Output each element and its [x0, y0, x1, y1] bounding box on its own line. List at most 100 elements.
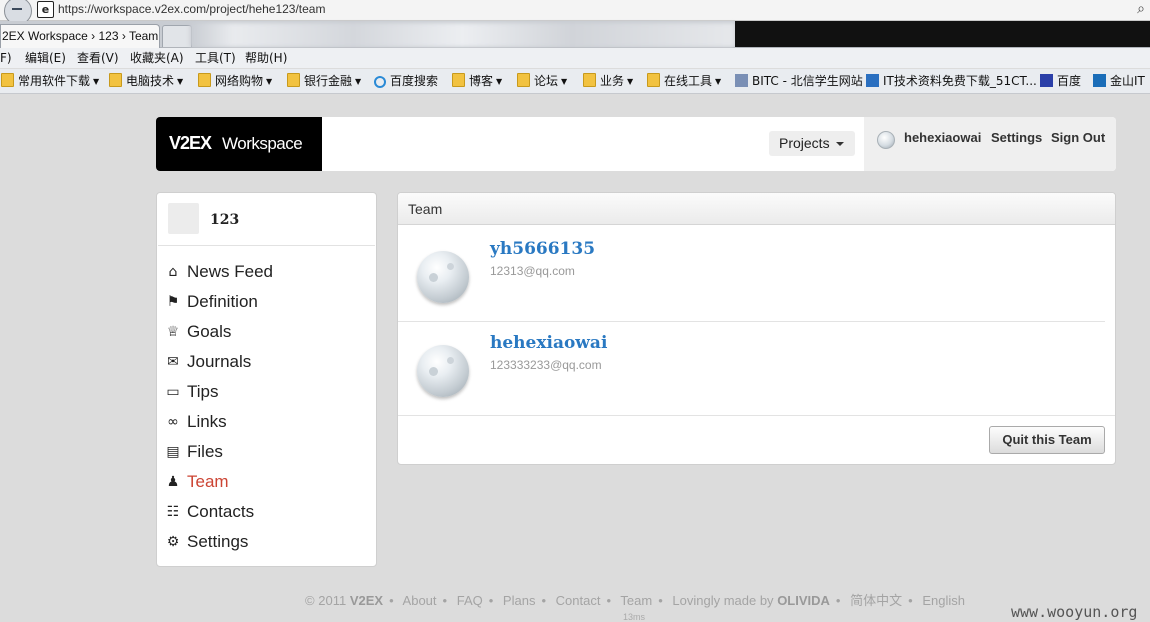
- projects-dropdown[interactable]: Projects: [769, 131, 855, 156]
- footer-link-about[interactable]: About: [403, 593, 437, 608]
- user-menu: hehexiaowai Settings Sign Out: [864, 117, 1116, 171]
- fav-label: BITC - 北信学生网站: [752, 74, 863, 88]
- address-bar-row: e https://workspace.v2ex.com/project/heh…: [0, 0, 1150, 25]
- sidebar-item-label: Files: [187, 442, 223, 461]
- made-by-link[interactable]: OLIVIDA: [777, 593, 830, 608]
- folder-icon: [1, 73, 14, 87]
- sidebar-item-news-feed[interactable]: ⌂ News Feed: [157, 261, 376, 291]
- team-member: hehexiaowai 123333233@qq.com: [398, 319, 1115, 413]
- search-icon[interactable]: ⌕: [1137, 0, 1145, 18]
- redacted-area: [735, 21, 1150, 47]
- avatar[interactable]: [877, 131, 895, 149]
- lang-zh-link[interactable]: 简体中文: [850, 593, 902, 608]
- fav-item[interactable]: 银行金融 ▼: [287, 69, 361, 93]
- sign-out-link[interactable]: Sign Out: [1051, 130, 1105, 146]
- fav-item[interactable]: 百度搜索: [374, 69, 438, 93]
- footer-link-plans[interactable]: Plans: [503, 593, 536, 608]
- menu-file[interactable]: F): [0, 48, 12, 68]
- fav-label: 论坛: [534, 74, 559, 88]
- menu-view[interactable]: 查看(V): [77, 48, 119, 68]
- sidebar-item-settings[interactable]: ⚙ Settings: [157, 531, 376, 561]
- copyright: © 2011: [305, 593, 347, 608]
- fav-item[interactable]: 百度: [1040, 69, 1081, 93]
- fav-label: 银行金融: [304, 74, 353, 88]
- fav-item[interactable]: 论坛 ▼: [517, 69, 567, 93]
- sidebar-item-tips[interactable]: ▭ Tips: [157, 381, 376, 411]
- panel-header: Team: [398, 193, 1115, 225]
- fav-item[interactable]: 常用软件下载 ▼: [1, 69, 99, 93]
- folder-icon: [452, 73, 465, 87]
- menu-favorites[interactable]: 收藏夹(A): [130, 48, 184, 68]
- footer-link-team[interactable]: Team: [620, 593, 652, 608]
- menu-edit[interactable]: 编辑(E): [25, 48, 66, 68]
- member-email: 12313@qq.com: [490, 264, 575, 278]
- fav-item[interactable]: 博客 ▼: [452, 69, 502, 93]
- sidebar-item-label: Definition: [187, 292, 258, 311]
- divider: [398, 415, 1115, 416]
- fav-label: 百度: [1057, 74, 1082, 88]
- settings-link[interactable]: Settings: [991, 130, 1042, 146]
- made-by-text: Lovingly made by: [672, 593, 774, 608]
- sidebar-item-label: News Feed: [187, 262, 273, 281]
- footer-link-contact[interactable]: Contact: [556, 593, 601, 608]
- username-link[interactable]: hehexiaowai: [904, 130, 981, 146]
- fav-label: 网络购物: [215, 74, 264, 88]
- project-name[interactable]: 123: [210, 211, 239, 229]
- sidebar-item-label: Contacts: [187, 502, 255, 521]
- caret-down-icon: ▼: [266, 77, 273, 86]
- sidebar-item-files[interactable]: ▤ Files: [157, 441, 376, 471]
- inbox-icon: ▭: [166, 384, 180, 400]
- menu-help[interactable]: 帮助(H): [245, 48, 287, 68]
- blurred-tabs: [190, 23, 735, 47]
- trophy-icon: ♕: [166, 324, 180, 340]
- fav-label: 业务: [600, 74, 625, 88]
- fav-item[interactable]: 电脑技术 ▼: [109, 69, 183, 93]
- fav-item[interactable]: 网络购物 ▼: [198, 69, 272, 93]
- address-url[interactable]: https://workspace.v2ex.com/project/hehe1…: [58, 1, 325, 18]
- logo-bold: V2EX: [169, 133, 212, 153]
- menu-tools[interactable]: 工具(T): [195, 48, 236, 68]
- page-icon: e: [37, 1, 54, 18]
- new-tab-button[interactable]: [162, 25, 192, 47]
- ie-icon: [374, 76, 386, 88]
- folder-icon: [647, 73, 660, 87]
- quit-team-button[interactable]: Quit this Team: [989, 426, 1105, 454]
- sidebar-item-label: Links: [187, 412, 227, 431]
- caret-down-icon: ▼: [496, 77, 503, 86]
- sidebar-item-definition[interactable]: ⚑ Definition: [157, 291, 376, 321]
- fav-item[interactable]: 业务 ▼: [583, 69, 633, 93]
- comments-icon: ✉: [167, 354, 179, 370]
- site-logo[interactable]: V2EX Workspace: [156, 117, 322, 171]
- lang-en-link[interactable]: English: [922, 593, 965, 608]
- fav-item[interactable]: IT技术资料免费下载_51CT...: [866, 69, 1037, 93]
- panel-title: Team: [408, 201, 443, 217]
- sidebar-item-contacts[interactable]: ☷ Contacts: [157, 501, 376, 531]
- fav-item[interactable]: 金山IT: [1093, 69, 1145, 93]
- sidebar-item-label: Goals: [187, 322, 232, 341]
- caret-down-icon: ▼: [93, 77, 100, 86]
- member-name-link[interactable]: yh5666135: [490, 238, 595, 260]
- sidebar-item-goals[interactable]: ♕ Goals: [157, 321, 376, 351]
- fav-item[interactable]: BITC - 北信学生网站: [735, 69, 863, 93]
- footer-brand-link[interactable]: V2EX: [350, 593, 383, 608]
- footer-link-faq[interactable]: FAQ: [457, 593, 483, 608]
- address-card-icon: ☷: [166, 504, 180, 520]
- avatar[interactable]: [417, 251, 469, 303]
- member-name-link[interactable]: hehexiaowai: [490, 332, 607, 354]
- sidebar-item-journals[interactable]: ✉ Journals: [157, 351, 376, 381]
- sidebar-item-links[interactable]: ∞ Links: [157, 411, 376, 441]
- tab-current[interactable]: 2EX Workspace › 123 › Team: [0, 24, 160, 48]
- project-nav: ⌂ News Feed ⚑ Definition ♕ Goals ✉ Journals …: [157, 261, 376, 561]
- team-member: yh5666135 12313@qq.com: [398, 225, 1115, 319]
- gear-icon: ⚙: [166, 534, 180, 550]
- fav-label: 金山IT: [1110, 74, 1145, 88]
- fav-label: 博客: [469, 74, 494, 88]
- caret-down-icon: ▼: [627, 77, 634, 86]
- sidebar-item-label: Team: [187, 472, 229, 491]
- fav-item[interactable]: 在线工具 ▼: [647, 69, 721, 93]
- team-panel: Team yh5666135 12313@qq.com hehexiaowai …: [397, 192, 1116, 465]
- sidebar-item-team[interactable]: ♟ Team: [157, 471, 376, 501]
- project-thumbnail: [168, 203, 199, 234]
- avatar[interactable]: [417, 345, 469, 397]
- fav-label: 百度搜索: [390, 74, 439, 88]
